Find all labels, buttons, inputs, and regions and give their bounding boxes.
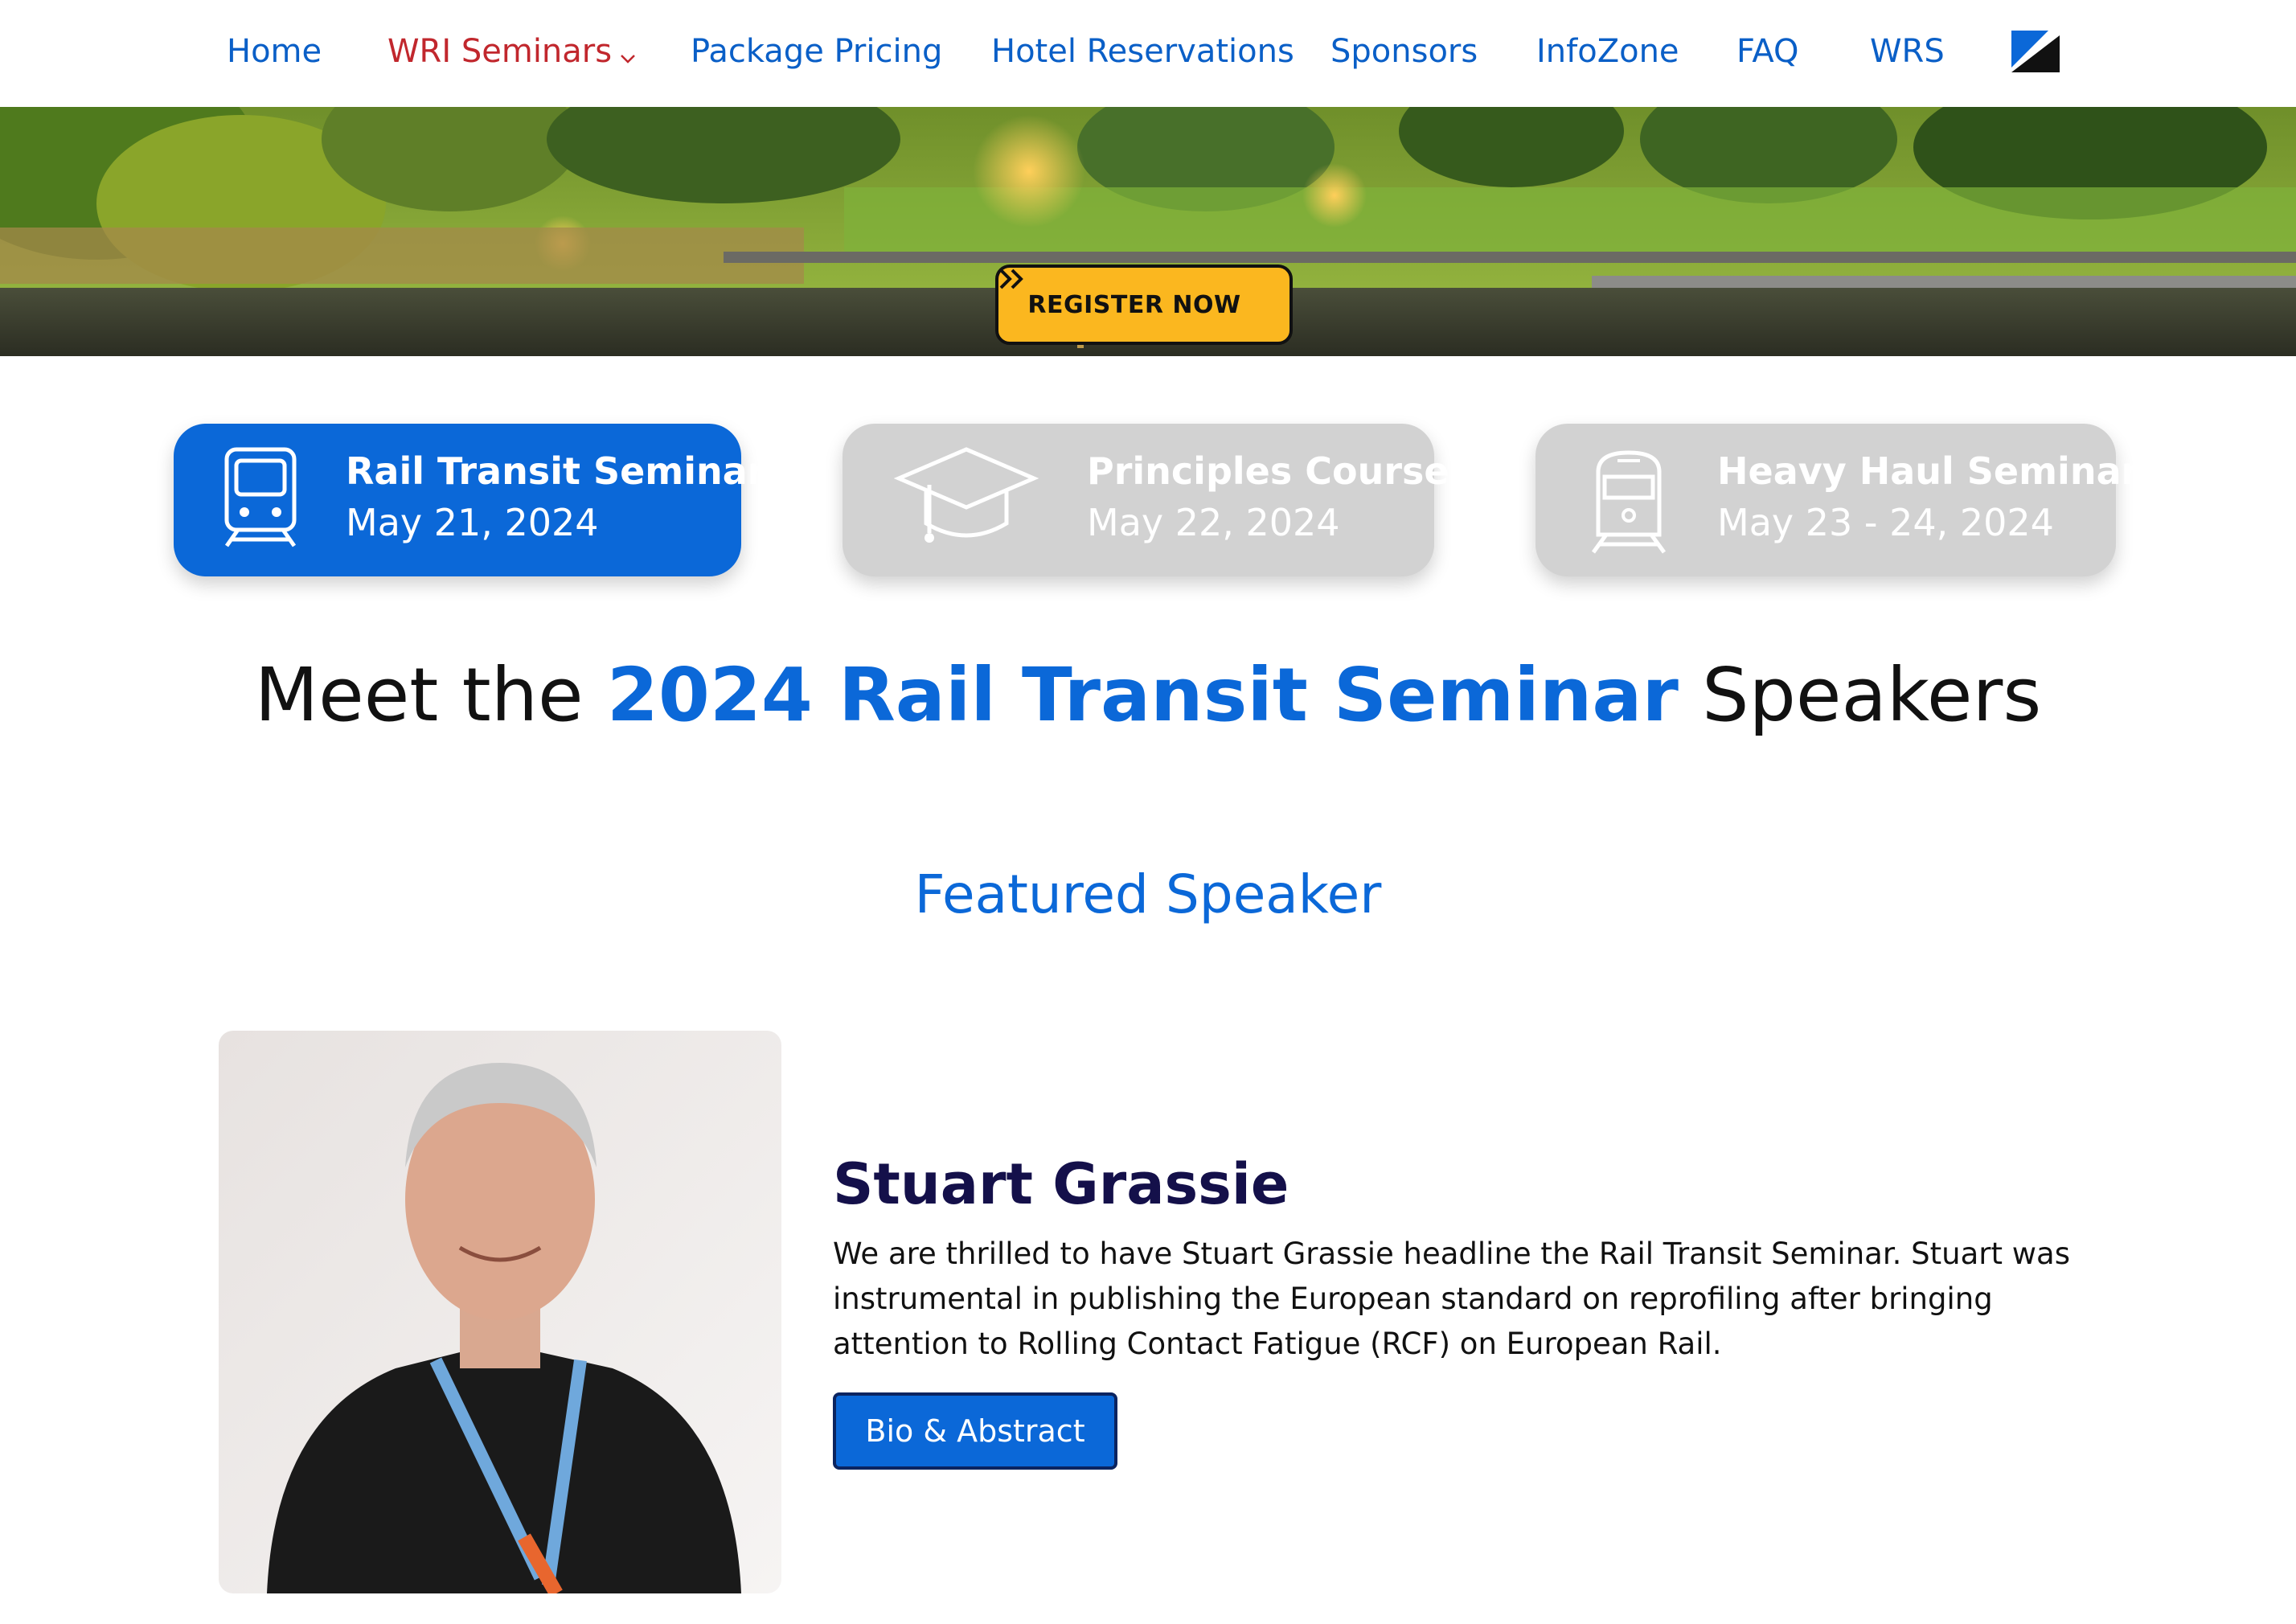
tab-rail-transit-seminar[interactable]: Rail Transit Seminar May 21, 2024 [174,424,765,576]
tab-title: Heavy Haul Seminar [1717,449,2140,493]
nav-home[interactable]: Home [227,29,322,74]
speaker-bio: We are thrilled to have Stuart Grassie h… [833,1236,2070,1361]
nav-package-pricing[interactable]: Package Pricing [691,29,942,74]
page-title-accent: 2024 Rail Transit Seminar [606,652,1679,738]
nav-sponsors[interactable]: Sponsors [1330,29,1478,74]
tab-title: Principles Course [1087,449,1449,493]
nav-wri-seminars[interactable]: WRI Seminars [387,29,636,76]
nav-infozone[interactable]: InfoZone [1536,29,1679,74]
graduation-cap-icon [893,443,1039,551]
hero-banner: REGISTER NOW [0,107,2296,356]
metro-train-icon [222,446,299,552]
tab-date: May 22, 2024 [1087,501,1340,544]
page-title-suffix: Speakers [1702,652,2042,738]
register-now-label: REGISTER NOW [1027,290,1241,319]
section-title: Featured Speaker [914,863,1382,925]
page-title: Meet the 2024 Rail Transit Seminar Speak… [0,643,2296,748]
page-title-prefix: Meet the [254,652,584,738]
tab-title: Rail Transit Seminar [346,449,766,493]
speaker-name: Stuart Grassie [833,1151,1289,1217]
nav-wri-seminars-label: WRI Seminars [387,33,613,70]
speaker-photo [219,1031,781,1593]
chevron-down-icon [620,31,636,76]
nav-hotel-reservations[interactable]: Hotel Reservations [991,29,1294,74]
wri-logo-icon[interactable] [2011,31,2060,72]
bio-abstract-button[interactable]: Bio & Abstract [833,1392,1117,1470]
nav-faq[interactable]: FAQ [1736,29,1798,74]
locomotive-icon [1587,448,1671,560]
tab-principles-course[interactable]: Principles Course May 22, 2024 [843,424,1449,576]
top-navigation: Home WRI Seminars Package Pricing Hotel … [0,0,2296,107]
register-now-button[interactable]: REGISTER NOW [995,265,1293,345]
tab-heavy-haul-seminar[interactable]: Heavy Haul Seminar May 23 - 24, 2024 [1535,424,2139,576]
tab-date: May 23 - 24, 2024 [1717,501,2054,544]
tab-date: May 21, 2024 [346,501,599,544]
nav-wrs[interactable]: WRS [1870,29,1945,74]
